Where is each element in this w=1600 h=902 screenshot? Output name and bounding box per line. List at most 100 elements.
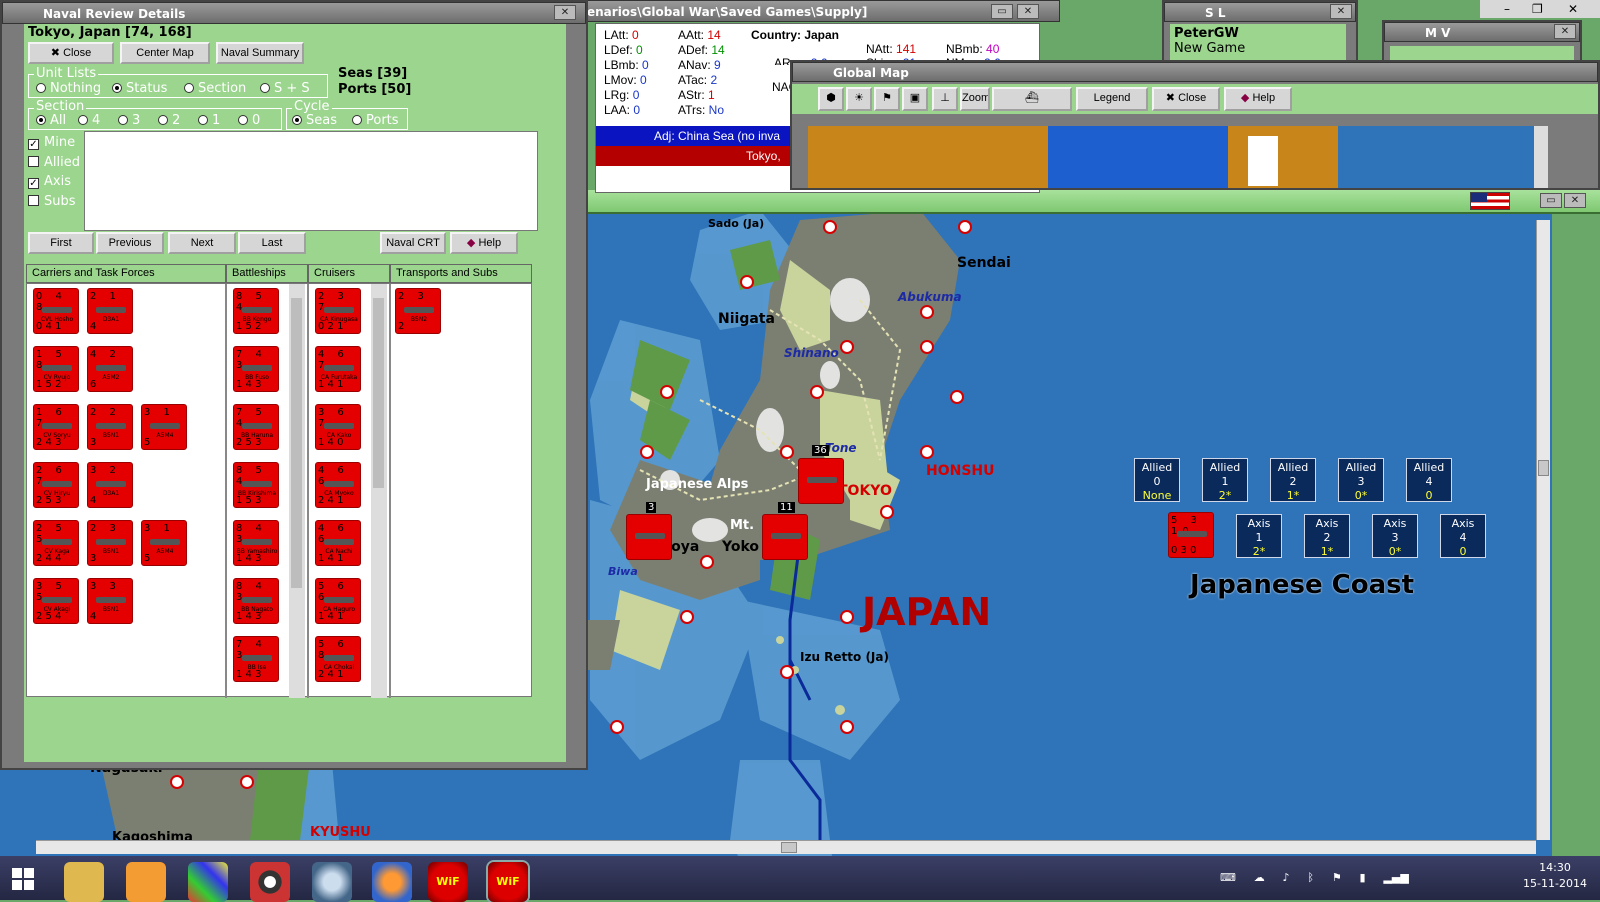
unit-counter[interactable]: 3 6 7CA Kako1 4 0 <box>315 404 361 450</box>
mail-icon[interactable] <box>312 862 352 902</box>
windows-start-icon[interactable] <box>12 868 34 890</box>
unit-counter[interactable]: 5 6 8CA Chokai2 4 1 <box>315 636 361 682</box>
close-button[interactable]: ✖ Close <box>28 42 114 64</box>
scroll-thumb[interactable] <box>291 298 302 588</box>
radio-cycle-seas[interactable]: Seas <box>292 113 337 128</box>
next-button[interactable]: Next <box>168 232 236 254</box>
file-explorer-icon[interactable] <box>64 862 104 902</box>
bluetooth-icon[interactable]: ᛒ <box>1307 871 1314 884</box>
unit-counter[interactable]: 4 2 A5M2 6 <box>87 346 133 392</box>
signal-icon[interactable]: ▂▄▆ <box>1383 871 1408 884</box>
unit-counter[interactable]: 2 2 B5N1 3 <box>87 404 133 450</box>
scroll-thumb[interactable] <box>373 298 384 488</box>
clock[interactable]: 14:30 15-11-2014 <box>1520 860 1590 892</box>
map-unit-counter[interactable] <box>798 458 844 504</box>
radio-section-0[interactable]: 0 <box>238 113 260 128</box>
restore-icon[interactable]: ❐ <box>1532 0 1543 18</box>
flag-icon[interactable]: ⚑ <box>874 87 900 111</box>
speaker-icon[interactable]: ♪ <box>1283 871 1290 884</box>
checkbox-subs[interactable]: Subs <box>28 194 76 209</box>
disc-icon[interactable] <box>250 862 290 902</box>
scroll-thumb[interactable] <box>781 842 797 853</box>
unit-counter[interactable]: 7 4 3BB Fuso1 4 3 <box>233 346 279 392</box>
unit-counter[interactable]: 5 6 6CA Haguro1 4 1 <box>315 578 361 624</box>
firefox-icon[interactable] <box>372 862 412 902</box>
unit-counter[interactable]: 2 6 7CV Hiryu2 5 3 <box>33 462 79 508</box>
radio-cycle-ports[interactable]: Ports <box>352 113 399 128</box>
radio-section-4[interactable]: 4 <box>78 113 100 128</box>
keyboard-icon[interactable]: ⌨ <box>1220 871 1236 884</box>
battery-icon[interactable]: ▮ <box>1360 871 1366 884</box>
naval-crt-button[interactable]: Naval CRT <box>380 232 446 254</box>
axis-section-box-2[interactable]: Axis 2 1* <box>1304 514 1350 558</box>
global-map-close-button[interactable]: ✖ Close <box>1152 87 1220 111</box>
allied-section-box-2[interactable]: Allied 2 1* <box>1270 458 1316 502</box>
network-icon[interactable]: ☁ <box>1254 871 1265 884</box>
scroll-thumb[interactable] <box>1538 460 1549 476</box>
radio-section-3[interactable]: 3 <box>118 113 140 128</box>
allied-section-box-3[interactable]: Allied 3 0* <box>1338 458 1384 502</box>
radio-section-all[interactable]: All <box>36 113 66 128</box>
flag-tray-icon[interactable]: ⚑ <box>1332 871 1342 884</box>
cruisers-scrollbar[interactable] <box>371 284 387 698</box>
help-button[interactable]: ◆ Help <box>450 232 518 254</box>
last-button[interactable]: Last <box>238 232 306 254</box>
unit-counter[interactable]: 4 6 6CA Nachi1 4 1 <box>315 520 361 566</box>
map-horizontal-scrollbar[interactable] <box>36 840 1536 854</box>
unit-counter[interactable]: 3 3 B5N1 4 <box>87 578 133 624</box>
battleships-scrollbar[interactable] <box>289 284 305 698</box>
unit-counter[interactable]: 2 5 5CV Kaga2 4 4 <box>33 520 79 566</box>
allied-section-box-1[interactable]: Allied 1 2* <box>1202 458 1248 502</box>
unit-counter[interactable]: 2 3 B5N2 2 <box>395 288 441 334</box>
unit-counter[interactable]: 3 5 5CV Akagi2 5 4 <box>33 578 79 624</box>
axis-section-box-3[interactable]: Axis 3 0* <box>1372 514 1418 558</box>
unit-counter[interactable]: 8 5 4BB Kongo1 5 2 <box>233 288 279 334</box>
checkbox-allied[interactable]: Allied <box>28 155 80 170</box>
map-unit-counter[interactable] <box>626 514 672 560</box>
legend-button[interactable]: Legend <box>1076 87 1148 111</box>
thermometer-icon[interactable]: ⊥ <box>932 87 958 111</box>
unit-counter[interactable]: 0 4 8CVL Hosho0 4 1 <box>33 288 79 334</box>
unit-counter[interactable]: 7 5 4BB Haruna2 5 3 <box>233 404 279 450</box>
axis-section-box-4[interactable]: Axis 4 0 <box>1440 514 1486 558</box>
zoom-button[interactable]: Zoom <box>960 87 990 111</box>
card-icon[interactable]: ▣ <box>902 87 928 111</box>
minimize-icon[interactable]: ▭ <box>991 4 1013 19</box>
ship-icon[interactable]: ⛴ <box>992 87 1072 111</box>
unit-counter[interactable]: 2 3 B5N1 3 <box>87 520 133 566</box>
radio-nothing[interactable]: Nothing <box>36 81 101 96</box>
thumb-scrollbar[interactable] <box>1534 126 1548 188</box>
close-icon[interactable]: ✕ <box>554 5 576 20</box>
radio-section-2[interactable]: 2 <box>158 113 180 128</box>
wif-app-icon[interactable]: WiF <box>428 862 468 902</box>
unit-counter[interactable]: 8 4 3BB Yamashiro1 4 3 <box>233 520 279 566</box>
minimize-icon[interactable]: ▭ <box>1540 193 1562 208</box>
radio-status[interactable]: Status <box>112 81 167 96</box>
map-unit-counter[interactable] <box>762 514 808 560</box>
unit-counter[interactable]: 3 1 A5M4 5 <box>141 520 187 566</box>
previous-button[interactable]: Previous <box>96 232 164 254</box>
radio-section-1[interactable]: 1 <box>198 113 220 128</box>
allied-section-box-0[interactable]: Allied 0 None <box>1134 458 1180 502</box>
axis-section-box-1[interactable]: Axis 1 2* <box>1236 514 1282 558</box>
photos-icon[interactable] <box>188 862 228 902</box>
checkbox-mine[interactable]: ✓ Mine <box>28 135 75 150</box>
radio-s-plus-s[interactable]: S + S <box>260 81 310 96</box>
unit-counter[interactable]: 3 2 D3A1 4 <box>87 462 133 508</box>
axis-section-0-counter[interactable]: 5 3 10 0 3 0 <box>1168 512 1214 558</box>
unit-counter[interactable]: 3 1 A5M4 5 <box>141 404 187 450</box>
close-icon[interactable]: ✕ <box>1568 0 1578 18</box>
wif-app-icon[interactable]: WiF <box>488 862 528 902</box>
unit-counter[interactable]: 2 1 D3A1 4 <box>87 288 133 334</box>
map-vertical-scrollbar[interactable] <box>1536 220 1550 840</box>
center-map-button[interactable]: Center Map <box>120 42 210 64</box>
allied-section-box-4[interactable]: Allied 4 0 <box>1406 458 1452 502</box>
media-player-icon[interactable] <box>126 862 166 902</box>
close-icon[interactable]: ✕ <box>1017 4 1039 19</box>
weather-icon[interactable]: ☀ <box>846 87 872 111</box>
global-map-help-button[interactable]: ◆ Help <box>1224 87 1292 111</box>
naval-summary-button[interactable]: Naval Summary <box>216 42 304 64</box>
unit-counter[interactable]: 7 4 3BB Ise1 4 3 <box>233 636 279 682</box>
close-icon[interactable]: ✕ <box>1554 24 1576 39</box>
unit-counter[interactable]: 4 6 7CA Furutaka1 4 1 <box>315 346 361 392</box>
